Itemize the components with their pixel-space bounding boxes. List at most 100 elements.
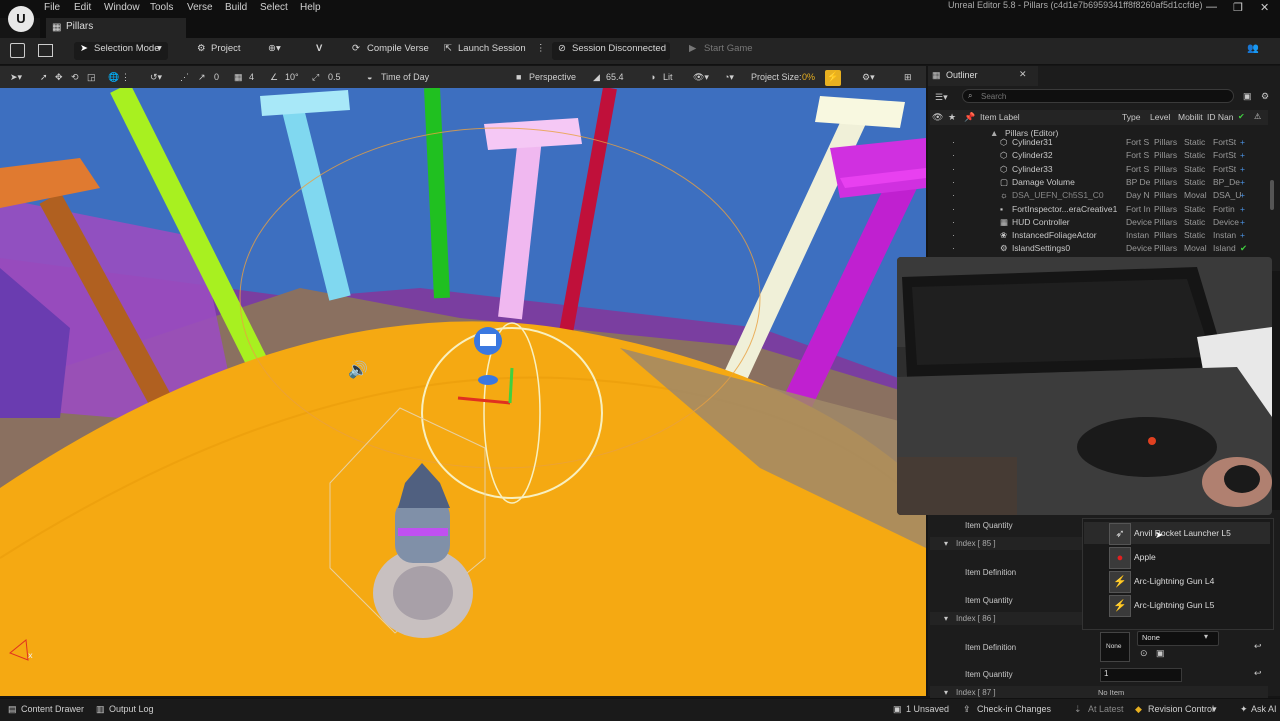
content-browser-icon[interactable] — [38, 44, 53, 57]
time-of-day-button[interactable]: Time of Day — [381, 72, 429, 82]
scale-snap-value[interactable]: 0.5 — [328, 72, 341, 82]
outliner-row[interactable]: · ⚙ IslandSettings0 Device Pillars Moval Islan… — [930, 243, 1268, 256]
menu-file[interactable]: File — [44, 2, 60, 13]
surface-snap-icon[interactable]: ↺▾ — [150, 72, 162, 83]
outliner-row-type: Device — [1126, 243, 1152, 254]
outliner-row[interactable]: · ❀ InstancedFoliageActor Instan Pillars Stat… — [930, 230, 1268, 243]
menu-verse[interactable]: Verse — [187, 2, 213, 13]
column-mobility[interactable]: Mobilit — [1178, 112, 1203, 122]
chevron-down-icon[interactable]: ▾ — [944, 539, 948, 548]
compile-verse-button[interactable]: Compile Verse — [367, 43, 429, 54]
grid-icon[interactable]: ⋰ — [180, 72, 189, 83]
rotate-snap-value[interactable]: 0 — [214, 72, 219, 82]
filter-icon[interactable]: ☰▾ — [935, 92, 948, 103]
outliner-row[interactable]: · ⬡ Cylinder32 Fort S Pillars Static FortSt + — [930, 150, 1268, 163]
outliner-row-label: Cylinder32 — [1012, 150, 1053, 161]
no-item-label: No Item — [1098, 688, 1125, 697]
menu-window[interactable]: Window — [104, 2, 140, 13]
select-tool-icon[interactable]: ➤▾ — [10, 72, 22, 83]
more-options-icon[interactable]: ⋮ — [536, 43, 546, 54]
grid-snap-icon[interactable]: ▦ — [234, 72, 243, 83]
collaboration-icon[interactable]: 👥 — [1247, 43, 1259, 54]
menu-build[interactable]: Build — [225, 2, 247, 13]
angle-snap-icon[interactable]: ∠ — [270, 72, 278, 83]
visibility-header-icon: 👁 — [932, 112, 944, 122]
show-flags-icon[interactable]: 👁▾ — [693, 72, 709, 83]
check-in-button[interactable]: Check-in Changes — [977, 704, 1051, 714]
performance-icon[interactable]: ◔▾ — [724, 72, 734, 83]
verse-icon[interactable]: V — [316, 43, 322, 54]
chevron-down-icon[interactable]: ▾ — [944, 614, 948, 623]
viewport-settings-icon[interactable]: ⚙▾ — [862, 72, 875, 83]
menu-select[interactable]: Select — [260, 2, 288, 13]
menu-edit[interactable]: Edit — [74, 2, 91, 13]
project-icon: ⚙ — [197, 43, 206, 54]
unsaved-icon: ▣ — [893, 704, 902, 714]
start-game-button[interactable]: Start Game — [704, 43, 753, 54]
menu-tools[interactable]: Tools — [150, 2, 173, 13]
unsaved-button[interactable]: 1 Unsaved — [906, 704, 949, 714]
rotate-tool-icon[interactable]: ⟲ — [71, 72, 79, 83]
outliner-row[interactable]: · ⬡ Cylinder33 Fort S Pillars Static FortSt + — [930, 164, 1268, 177]
folder-add-icon[interactable]: ▣ — [1243, 91, 1252, 102]
dropdown-item-label[interactable]: Arc-Lightning Gun L4 — [1134, 576, 1214, 586]
rotate-snap-icon[interactable]: ↗ — [198, 72, 206, 83]
reset-icon[interactable]: ↩ — [1254, 641, 1262, 652]
level-viewport[interactable]: 🔊 x — [0, 88, 926, 696]
perspective-button[interactable]: Perspective — [529, 72, 576, 82]
close-tab-icon[interactable]: ✕ — [1019, 69, 1027, 80]
visibility-icon: · — [952, 230, 955, 241]
save-icon[interactable] — [10, 43, 25, 58]
item-quantity-input[interactable] — [1100, 668, 1182, 682]
add-actor-icon[interactable]: ⊕▾ — [268, 43, 281, 54]
close-icon[interactable]: ✕ — [1260, 1, 1269, 14]
world-space-icon[interactable]: 🌐 — [108, 72, 119, 83]
lit-button[interactable]: Lit — [663, 72, 673, 82]
ask-ai-button[interactable]: Ask AI — [1251, 704, 1277, 714]
angle-snap-value[interactable]: 10° — [285, 72, 299, 82]
column-type[interactable]: Type — [1122, 112, 1140, 122]
content-drawer-button[interactable]: Content Drawer — [21, 704, 84, 714]
fov-value[interactable]: 65.4 — [606, 72, 624, 82]
scale-tool-icon[interactable]: ◲ — [87, 72, 96, 83]
menu-help[interactable]: Help — [300, 2, 321, 13]
translate-tool-icon[interactable]: ✥ — [55, 72, 63, 83]
use-selected-icon[interactable]: ▣ — [1156, 648, 1165, 659]
viewport-layout-icon[interactable]: ⊞ — [904, 72, 912, 83]
more-icon[interactable]: ⋮ — [121, 72, 130, 83]
outliner-row[interactable]: · ☼ DSA_UEFN_Ch5S1_C0 Day N Pillars Moval DSA_… — [930, 190, 1268, 203]
chevron-down-icon: ▾ — [157, 43, 162, 54]
dropdown-item-label[interactable]: Anvil Rocket Launcher L5 — [1134, 528, 1231, 538]
scale-snap-icon[interactable]: ⤢ — [312, 72, 319, 83]
column-id-name[interactable]: ID Nan — [1207, 112, 1233, 122]
column-item-label[interactable]: Item Label — [980, 112, 1020, 122]
revision-control-button[interactable]: Revision Control — [1148, 704, 1214, 714]
outliner-row[interactable]: · ▪ FortInspector...eraCreative1 Fort In Pil… — [930, 204, 1268, 217]
launch-session-button[interactable]: Launch Session — [458, 43, 526, 54]
outliner-row-type: Fort S — [1126, 163, 1150, 174]
dropdown-item-label[interactable]: Arc-Lightning Gun L5 — [1134, 600, 1214, 610]
outliner-row-label: InstancedFoliageActor — [1012, 230, 1097, 241]
outliner-row[interactable]: · ⬡ Cylinder31 Fort S Pillars Static FortSt + — [930, 137, 1268, 150]
minimize-icon[interactable]: — — [1206, 1, 1217, 13]
settings-icon[interactable]: ⚙ — [1261, 91, 1269, 102]
column-level[interactable]: Level — [1150, 112, 1170, 122]
move-tool-icon[interactable]: ➚ — [40, 72, 48, 83]
grid-snap-value[interactable]: 4 — [249, 72, 254, 82]
unreal-logo-icon[interactable]: U — [8, 6, 34, 32]
outliner-row-level: Pillars — [1154, 203, 1178, 214]
browse-icon[interactable]: ⊙ — [1140, 648, 1148, 659]
project-button[interactable]: Project — [211, 43, 241, 54]
outliner-row-id: FortSt — [1213, 137, 1237, 147]
outliner-row[interactable]: · ▦ HUD Controller Device Pillars Static Devic… — [930, 217, 1268, 230]
transform-snap-icon[interactable]: ⚡ — [825, 70, 841, 86]
maximize-icon[interactable]: ❐ — [1233, 1, 1243, 14]
outliner-scrollbar[interactable] — [1270, 180, 1274, 210]
dropdown-item-label[interactable]: Apple — [1134, 552, 1156, 562]
outliner-row[interactable]: · ▢ Damage Volume BP De Pillars Static BP_De + — [930, 177, 1268, 190]
outliner-search-input[interactable] — [962, 89, 1234, 103]
chevron-down-icon[interactable]: ▾ — [944, 688, 948, 697]
reset-icon[interactable]: ↩ — [1254, 668, 1262, 679]
output-log-button[interactable]: Output Log — [109, 704, 154, 714]
add-icon: + — [1240, 216, 1245, 227]
